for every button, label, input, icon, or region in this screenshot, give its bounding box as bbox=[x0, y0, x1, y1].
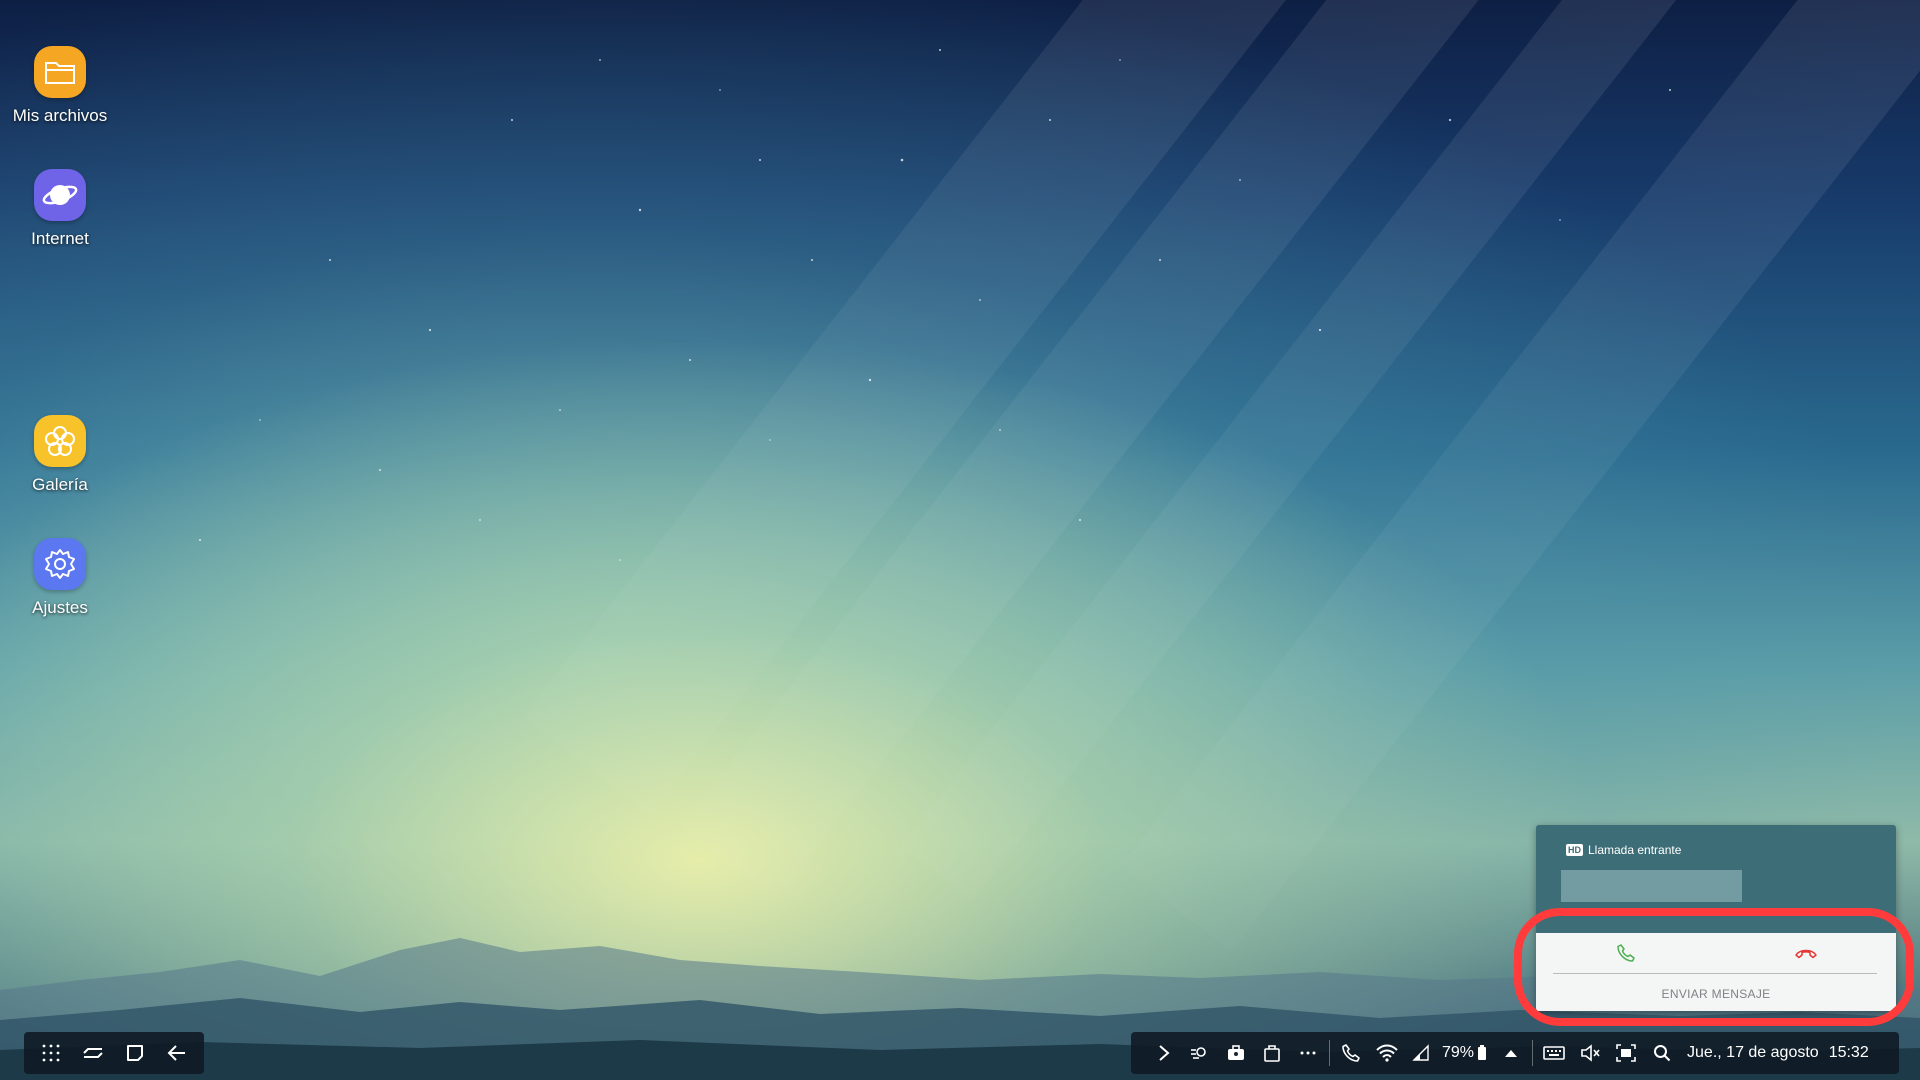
system-tray: 79% Jue., 17 de agosto 15:32 bbox=[1131, 1032, 1899, 1074]
time-label: 15:32 bbox=[1828, 1044, 1869, 1061]
desktop-icon-label: Ajustes bbox=[32, 598, 88, 617]
call-header: HD Llamada entrante bbox=[1566, 843, 1681, 857]
hd-badge: HD bbox=[1566, 844, 1583, 856]
wifi-status[interactable] bbox=[1372, 1038, 1402, 1068]
action-divider bbox=[1553, 973, 1877, 974]
call-title: Llamada entrante bbox=[1588, 843, 1682, 857]
screenshot-button[interactable] bbox=[1611, 1038, 1641, 1068]
tray-app-1[interactable] bbox=[1185, 1038, 1215, 1068]
screen-capture-icon bbox=[1616, 1044, 1636, 1062]
gallery-flower-icon bbox=[34, 415, 86, 467]
shopping-bag-icon bbox=[1264, 1045, 1280, 1062]
desktop-icon-internet[interactable]: Internet bbox=[0, 169, 120, 249]
tray-app-3[interactable] bbox=[1257, 1038, 1287, 1068]
call-icon bbox=[1342, 1044, 1360, 1062]
phone-decline-icon bbox=[1795, 949, 1817, 959]
tray-separator bbox=[1532, 1040, 1534, 1066]
phone-accept-icon bbox=[1617, 944, 1635, 962]
signal-icon bbox=[1412, 1044, 1429, 1061]
decline-call-button[interactable] bbox=[1716, 933, 1896, 973]
location-icon bbox=[1191, 1047, 1206, 1059]
more-dots-icon bbox=[1300, 1051, 1316, 1055]
volume-button[interactable] bbox=[1575, 1038, 1605, 1068]
taskbar-navigation bbox=[24, 1032, 204, 1074]
incoming-call-popup: HD Llamada entrante ENVIAR MENSAJE bbox=[1536, 825, 1896, 1011]
internet-planet-icon bbox=[34, 169, 86, 221]
folder-icon bbox=[34, 46, 86, 98]
gear-icon bbox=[34, 538, 86, 590]
desktop-icon-label: Internet bbox=[31, 229, 89, 248]
desktop-icon-ajustes[interactable]: Ajustes bbox=[0, 538, 120, 618]
desktop-icon-label: Mis archivos bbox=[12, 106, 108, 125]
caret-up-icon bbox=[1505, 1050, 1518, 1057]
home-button[interactable] bbox=[120, 1038, 150, 1068]
apps-grid-icon bbox=[42, 1044, 60, 1062]
work-briefcase-icon bbox=[1228, 1045, 1244, 1060]
search-button[interactable] bbox=[1647, 1038, 1677, 1068]
chevron-right-icon bbox=[1159, 1045, 1170, 1061]
apps-grid-button[interactable] bbox=[36, 1038, 66, 1068]
date-label: Jue., 17 de agosto bbox=[1687, 1044, 1819, 1061]
signal-status[interactable] bbox=[1406, 1038, 1436, 1068]
call-actions-panel: ENVIAR MENSAJE bbox=[1536, 933, 1896, 1011]
desktop-icon-mis-archivos[interactable]: Mis archivos bbox=[0, 46, 120, 126]
tray-up-button[interactable] bbox=[1496, 1038, 1526, 1068]
send-message-button[interactable]: ENVIAR MENSAJE bbox=[1536, 981, 1896, 1007]
tray-app-2[interactable] bbox=[1221, 1038, 1251, 1068]
call-status-button[interactable] bbox=[1336, 1038, 1366, 1068]
call-action-row bbox=[1536, 933, 1896, 973]
mute-icon bbox=[1581, 1044, 1600, 1062]
keyboard-button[interactable] bbox=[1539, 1038, 1569, 1068]
battery-percent: 79% bbox=[1442, 1044, 1475, 1061]
recent-apps-icon bbox=[83, 1048, 103, 1058]
more-button[interactable] bbox=[1293, 1038, 1323, 1068]
battery-icon bbox=[1474, 1038, 1490, 1068]
home-icon bbox=[127, 1045, 143, 1061]
accept-call-button[interactable] bbox=[1536, 933, 1716, 973]
search-icon bbox=[1654, 1045, 1671, 1062]
recent-apps-button[interactable] bbox=[78, 1038, 108, 1068]
wifi-icon bbox=[1376, 1044, 1398, 1062]
caller-name-redacted bbox=[1561, 870, 1742, 902]
expand-tray-button[interactable] bbox=[1149, 1038, 1179, 1068]
back-button[interactable] bbox=[162, 1038, 192, 1068]
desktop-icon-label: Galería bbox=[32, 475, 88, 494]
desktop-icon-galeria[interactable]: Galería bbox=[0, 415, 120, 495]
back-icon bbox=[167, 1045, 185, 1061]
keyboard-icon bbox=[1543, 1046, 1565, 1060]
tray-separator bbox=[1329, 1040, 1330, 1066]
